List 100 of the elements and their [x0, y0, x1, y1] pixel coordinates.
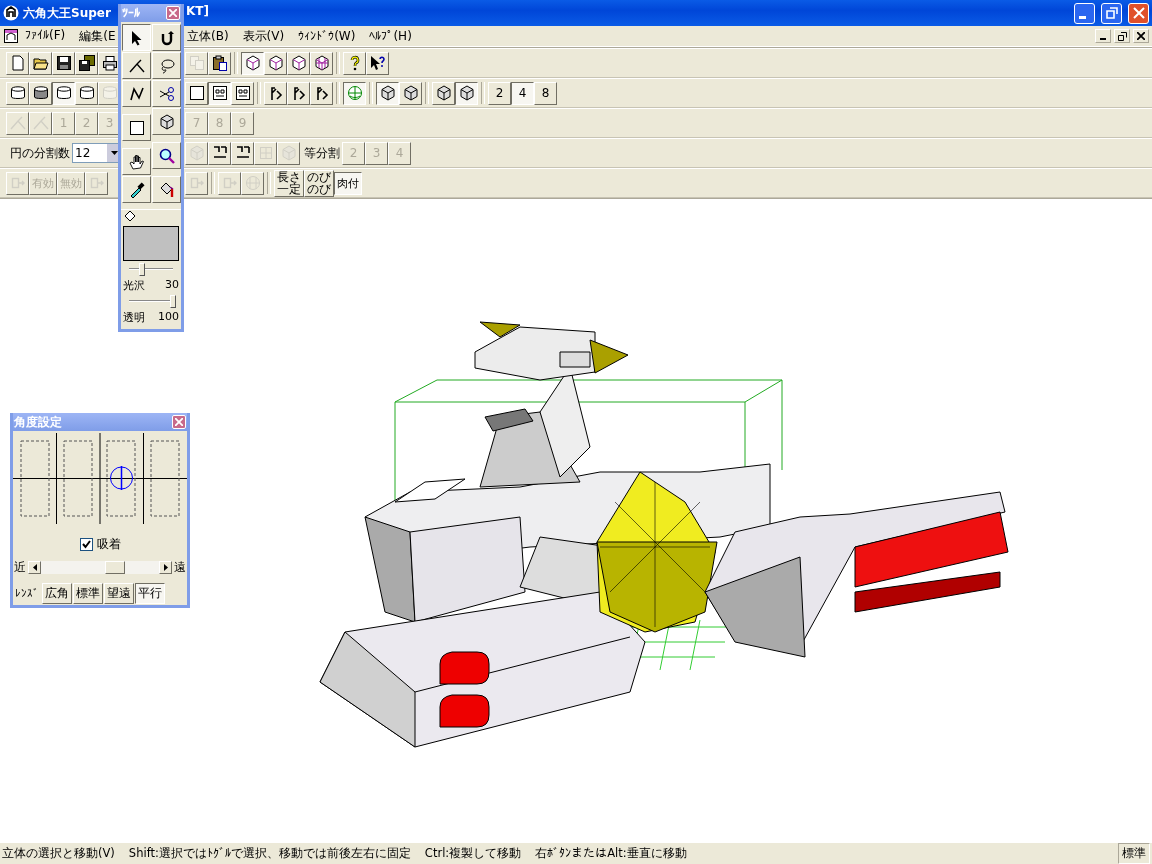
palette-title: ﾂｰﾙ: [122, 6, 140, 20]
close-button[interactable]: [1128, 2, 1149, 24]
distance-slider[interactable]: [28, 561, 172, 574]
view-angle-drawing[interactable]: [13, 433, 187, 524]
toolbar-button[interactable]: 2: [488, 81, 511, 105]
restore-icon: [1105, 7, 1118, 19]
bend-icon: [9, 115, 26, 131]
toolbar-button[interactable]: [208, 81, 231, 105]
grid-icon: [257, 145, 274, 161]
snap-checkbox[interactable]: [79, 538, 93, 551]
window-title: 六角大王Super: [23, 4, 111, 22]
cylinder-icon: [32, 85, 49, 101]
toolbar-label: 円の分割数: [9, 144, 71, 162]
move-icon: [88, 175, 105, 191]
cylinder-icon: [55, 85, 72, 101]
toolbar-button[interactable]: [241, 51, 264, 75]
close-icon: [1137, 32, 1145, 40]
toolbar-label: 等分割: [303, 144, 341, 162]
toolbar-button[interactable]: [455, 81, 478, 105]
toolbar-button[interactable]: のびのび: [304, 169, 334, 197]
menu-item[interactable]: 立体(B): [185, 27, 235, 45]
color-swatch[interactable]: [123, 226, 179, 261]
gloss-label: 光沢: [123, 278, 145, 293]
checkmark-icon: [81, 540, 91, 549]
restore-button[interactable]: [1101, 2, 1122, 24]
help-pointer-icon: [369, 55, 386, 71]
lens-label: ﾚﾝｽﾞ: [15, 587, 39, 600]
scissors-icon: [158, 85, 175, 102]
minimize-button[interactable]: [1095, 29, 1111, 43]
cube-icon: [402, 85, 419, 101]
paste-icon: [211, 55, 228, 71]
status-text: Ctrl:複製して移動: [424, 846, 522, 861]
move-icon: [188, 175, 205, 191]
slider-thumb[interactable]: [139, 263, 146, 276]
wheel-icon: [244, 175, 261, 191]
cube-view-icon: [244, 55, 261, 71]
copy-icon: [188, 55, 205, 71]
lens-button[interactable]: 広角: [42, 583, 72, 604]
toolbar-button[interactable]: [376, 81, 399, 105]
toolbar-button[interactable]: 4: [511, 81, 534, 105]
cylinder-icon: [9, 85, 26, 101]
search-icon: [158, 147, 175, 164]
move-icon: [9, 175, 26, 191]
document-icon: [3, 28, 19, 44]
cube-icon: [379, 85, 396, 101]
close-icon: [1132, 7, 1145, 19]
polyline-icon: [128, 85, 145, 102]
lens-button[interactable]: 平行: [135, 583, 165, 604]
close-button[interactable]: [1133, 29, 1149, 43]
cube-icon: [458, 85, 475, 101]
eyedropper-icon: [128, 181, 145, 198]
minimize-button[interactable]: [1074, 2, 1095, 24]
status-text: Shift:選択ではﾄｸﾞﾙで選択、移動では前後左右に固定: [128, 846, 411, 861]
square-icon: [128, 119, 145, 136]
menu-item[interactable]: 編集(E: [77, 27, 122, 45]
cylinder-icon: [101, 85, 118, 101]
toolbar-button[interactable]: 8: [534, 81, 557, 105]
minimize-icon: [1079, 15, 1086, 19]
mirror-icon: [211, 145, 228, 161]
slider-thumb[interactable]: [105, 561, 126, 574]
lasso-icon: [158, 57, 175, 74]
cube-view-icon: [290, 55, 307, 71]
status-mode: 標準: [1118, 843, 1150, 864]
save-all-icon: [78, 55, 95, 71]
menu-item[interactable]: 表示(V): [240, 27, 291, 45]
toolbar-button[interactable]: 肉付: [334, 171, 362, 195]
lens-button[interactable]: 望遠: [104, 583, 134, 604]
bend-icon: [128, 57, 145, 74]
cube-icon: [280, 145, 297, 161]
frame-icon: [211, 85, 228, 101]
status-text: 右ﾎﾞﾀﾝまたはAlt:垂直に移動: [535, 846, 687, 861]
panel-title: 角度設定: [14, 413, 62, 431]
menu-item[interactable]: ﾍﾙﾌﾟ(H): [367, 29, 418, 43]
cube-icon: [435, 85, 452, 101]
square-icon: [188, 85, 205, 101]
restore-button[interactable]: [1114, 29, 1130, 43]
cube-icon: [158, 113, 175, 130]
move-icon: [221, 175, 238, 191]
globe-icon: [346, 85, 363, 101]
gloss-value: 30: [165, 278, 179, 293]
bend-icon: [32, 115, 49, 131]
close-icon: [169, 9, 177, 17]
toolbar-button[interactable]: 長さ一定: [274, 169, 304, 197]
tool-button[interactable]: [122, 24, 151, 51]
cube-grid-icon: [313, 55, 330, 71]
menu-item[interactable]: ﾌｧｲﾙ(F): [23, 27, 72, 45]
hand-icon: [128, 153, 145, 170]
frame-icon: [234, 85, 251, 101]
restore-icon: [1117, 31, 1127, 41]
open-folder-icon: [32, 55, 49, 71]
print-icon: [101, 55, 118, 71]
save-icon: [55, 55, 72, 71]
transparency-label: 透明: [123, 310, 145, 325]
near-label: 近: [14, 559, 26, 576]
menu-item[interactable]: ｳｨﾝﾄﾞｳ(W): [296, 29, 362, 43]
window-title: KT]: [186, 4, 209, 18]
slider-thumb[interactable]: [170, 295, 176, 308]
viewport-canvas[interactable]: [0, 198, 1152, 842]
toolbar-button[interactable]: [52, 81, 75, 105]
lens-button[interactable]: 標準: [73, 583, 103, 604]
